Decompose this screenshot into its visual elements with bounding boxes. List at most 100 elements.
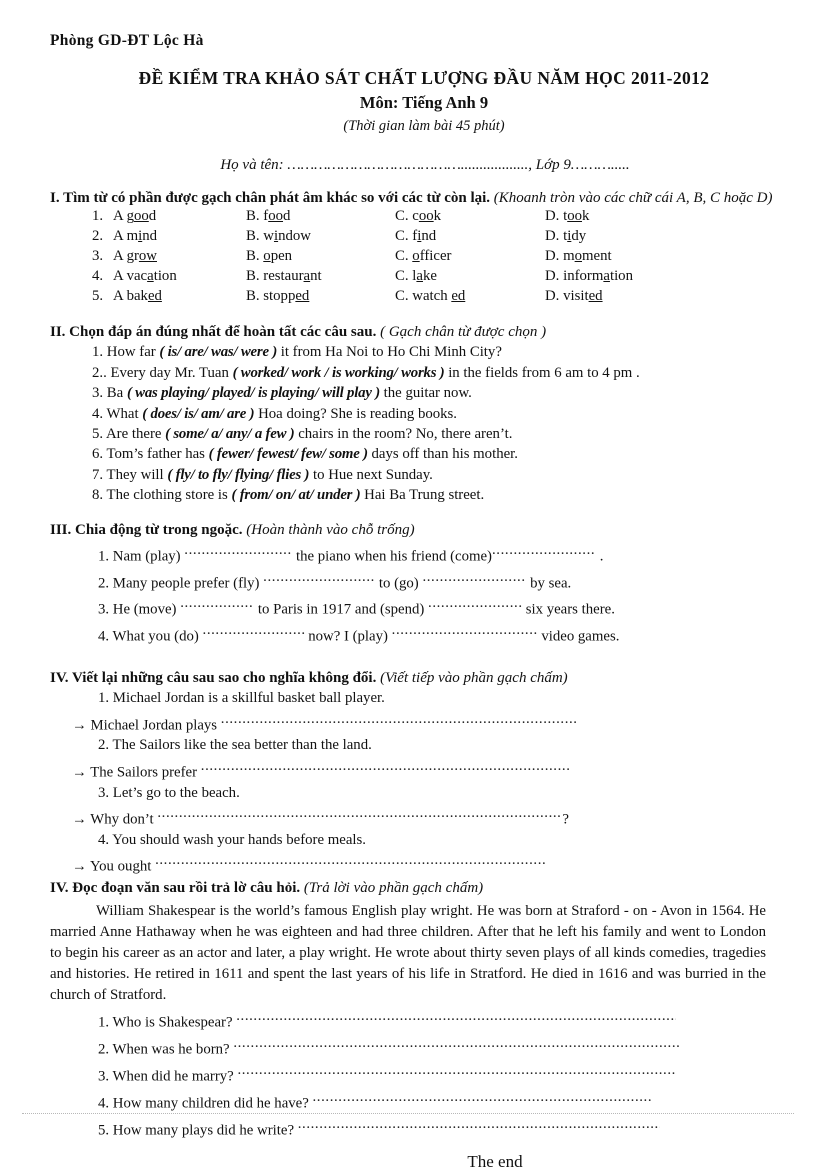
answer-blank[interactable] xyxy=(236,1006,676,1026)
option-c[interactable]: C. cook xyxy=(395,208,441,225)
option-word-part: c xyxy=(412,208,419,225)
page-bottom-divider xyxy=(22,1113,794,1115)
reading-question[interactable]: 1. Who is Shakespear? xyxy=(50,1006,780,1033)
option-a[interactable]: A baked xyxy=(113,288,162,305)
choice-options[interactable]: ( fly/ to fly/ flying/ flies ) xyxy=(167,467,309,483)
option-word-part: ndow xyxy=(278,228,311,245)
question-number: 5. xyxy=(92,426,106,442)
rewrite-answer-line[interactable]: → Why don’t ? xyxy=(50,803,780,830)
option-d[interactable]: D. moment xyxy=(545,248,612,265)
rewrite-answer-line[interactable]: → You ought xyxy=(50,850,780,877)
option-c[interactable]: C. officer xyxy=(395,248,451,265)
option-c[interactable]: C. find xyxy=(395,228,436,245)
answer-blank[interactable] xyxy=(203,620,305,640)
choice-options[interactable]: ( worked/ work / is working/ works ) xyxy=(233,365,445,381)
question-text: six years there. xyxy=(522,601,615,618)
answer-blank[interactable] xyxy=(263,567,375,587)
reading-question[interactable]: 5. How many plays did he write? xyxy=(50,1114,780,1141)
answer-blank[interactable] xyxy=(492,540,596,560)
multiple-choice-question[interactable]: 6. Tom’s father has ( fewer/ fewest/ few… xyxy=(50,444,780,464)
answer-blank[interactable] xyxy=(155,850,545,870)
option-letter: C. xyxy=(395,208,413,225)
answer-blank[interactable] xyxy=(233,1033,681,1053)
option-letter: B. xyxy=(246,228,264,245)
option-b[interactable]: B. restaurant xyxy=(246,268,322,285)
multiple-choice-question[interactable]: 2.. Every day Mr. Tuan ( worked/ work / … xyxy=(50,363,780,383)
answer-blank[interactable] xyxy=(392,620,538,640)
option-letter: D. xyxy=(545,288,564,305)
answer-blank[interactable] xyxy=(221,709,576,729)
answer-blank[interactable] xyxy=(237,1060,677,1080)
underlined-sound: ow xyxy=(138,248,157,265)
option-a[interactable]: A good xyxy=(113,208,156,225)
option-b[interactable]: B. stopped xyxy=(246,288,309,305)
option-word-part: m xyxy=(563,248,575,265)
student-name-field[interactable]: Họ và tên: …………………………………................… xyxy=(50,157,780,174)
option-a[interactable]: A grow xyxy=(113,248,157,265)
option-letter: C. xyxy=(395,288,413,305)
option-d[interactable]: D. tidy xyxy=(545,228,586,245)
answer-blank[interactable] xyxy=(428,593,522,613)
verb-form-question[interactable]: 1. Nam (play) the piano when his friend … xyxy=(50,540,780,567)
question-text: When was he born? xyxy=(112,1041,234,1058)
question-number: 3. xyxy=(92,385,107,402)
reading-question[interactable]: 4. How many children did he have? xyxy=(50,1087,780,1114)
option-d[interactable]: D. information xyxy=(545,268,633,285)
reading-question[interactable]: 2. When was he born? xyxy=(50,1033,780,1060)
option-b[interactable]: B. window xyxy=(246,228,311,245)
exam-title-block: ĐỀ KIỂM TRA KHẢO SÁT CHẤT LƯỢNG ĐẦU NĂM … xyxy=(50,68,780,135)
option-c[interactable]: C. watch ed xyxy=(395,288,465,305)
verb-form-question[interactable]: 2. Many people prefer (fly) to (go) by s… xyxy=(50,567,780,594)
multiple-choice-question[interactable]: 3. Ba ( was playing/ played/ is playing/… xyxy=(50,383,780,403)
answer-blank[interactable] xyxy=(157,803,562,823)
option-letter: D. xyxy=(545,248,564,265)
option-word-part: nt xyxy=(310,268,322,285)
answer-blank[interactable] xyxy=(298,1114,660,1134)
option-d[interactable]: D. visited xyxy=(545,288,603,305)
rewrite-answer-line[interactable]: → The Sailors prefer xyxy=(50,756,780,783)
answer-blank[interactable] xyxy=(201,756,571,776)
question-text: Many people prefer (fly) xyxy=(112,575,264,592)
choice-options[interactable]: ( fewer/ fewest/ few/ some ) xyxy=(209,446,368,462)
answer-blank[interactable] xyxy=(422,567,526,587)
question-text: days off than his mother. xyxy=(367,446,518,463)
option-word-part: vac xyxy=(126,268,148,285)
option-b[interactable]: B. open xyxy=(246,248,292,265)
question-text: to (go) xyxy=(375,575,423,592)
underlined-sound: oo xyxy=(133,208,149,225)
pronunciation-row: 4. A vacation B. restaurant C. lake D. infor… xyxy=(50,268,780,288)
choice-options[interactable]: ( does/ is/ am/ are ) xyxy=(142,406,254,422)
question-text: to Hue next Sunday. xyxy=(309,466,433,483)
answer-blank[interactable] xyxy=(313,1087,653,1107)
option-b[interactable]: B. food xyxy=(246,208,290,225)
rewrite-answer-line[interactable]: → Michael Jordan plays xyxy=(50,709,780,736)
choice-options[interactable]: ( from/ on/ at/ under ) xyxy=(231,487,360,503)
multiple-choice-question[interactable]: 5. Are there ( some/ a/ any/ a few ) cha… xyxy=(50,424,780,444)
exam-page: Phòng GD-ĐT Lộc Hà ĐỀ KIỂM TRA KHẢO SÁT … xyxy=(0,0,816,1171)
rewrite-source-sentence: 4. You should wash your hands before mea… xyxy=(50,830,780,850)
multiple-choice-question[interactable]: 7. They will ( fly/ to fly/ flying/ flie… xyxy=(50,465,780,485)
verb-form-question[interactable]: 3. He (move) to Paris in 1917 and (spend… xyxy=(50,593,780,620)
question-text: by sea. xyxy=(526,575,572,592)
option-letter: A xyxy=(113,208,127,225)
multiple-choice-question[interactable]: 8. The clothing store is ( from/ on/ at/… xyxy=(50,485,780,505)
choice-options[interactable]: ( some/ a/ any/ a few ) xyxy=(165,426,295,442)
choice-options[interactable]: ( is/ are/ was/ were ) xyxy=(159,344,277,360)
question-text: Ba xyxy=(106,385,127,402)
choice-options[interactable]: ( was playing/ played/ is playing/ will … xyxy=(127,385,380,401)
reading-question[interactable]: 3. When did he marry? xyxy=(50,1060,780,1087)
option-a[interactable]: A mind xyxy=(113,228,157,245)
part2-heading: II. Chọn đáp án đúng nhất để hoàn tất cá… xyxy=(50,323,780,342)
option-a[interactable]: A vacation xyxy=(113,268,177,285)
option-word-part: pen xyxy=(270,248,293,265)
part2-heading-text: II. Chọn đáp án đúng nhất để hoàn tất cá… xyxy=(50,324,377,341)
option-c[interactable]: C. lake xyxy=(395,268,437,285)
answer-blank[interactable] xyxy=(184,540,292,560)
multiple-choice-question[interactable]: 1. How far ( is/ are/ was/ were ) it fro… xyxy=(50,342,780,362)
multiple-choice-question[interactable]: 4. What ( does/ is/ am/ are ) Hoa doing?… xyxy=(50,404,780,424)
answer-blank[interactable] xyxy=(180,593,254,613)
duration-note: (Thời gian làm bài 45 phút) xyxy=(343,118,505,134)
option-d[interactable]: D. took xyxy=(545,208,589,225)
verb-form-question[interactable]: 4. What you (do) now? I (play) video gam… xyxy=(50,620,780,647)
option-word-part: ment xyxy=(582,248,612,265)
